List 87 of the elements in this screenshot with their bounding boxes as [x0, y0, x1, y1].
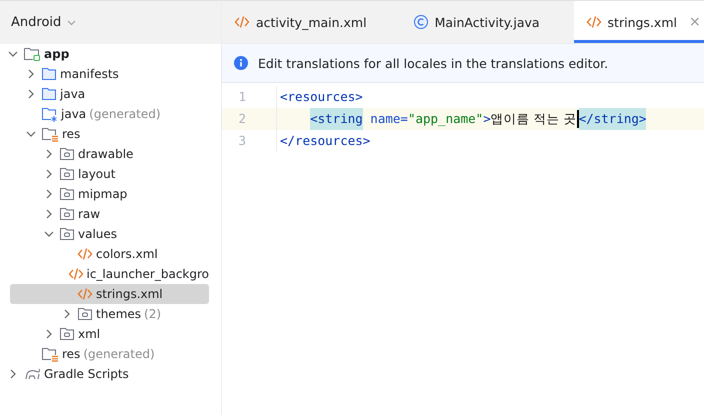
code-token: "app_name": [408, 110, 484, 128]
editor-tab[interactable]: activity_main.xml: [222, 1, 379, 43]
tree-item-label: raw: [78, 207, 100, 221]
tree-item[interactable]: res: [10, 124, 209, 144]
tree-item[interactable]: values: [10, 224, 209, 244]
package-folder-icon: [59, 227, 75, 241]
tree-item[interactable]: app: [10, 44, 209, 64]
chevron-right-icon[interactable]: [28, 69, 34, 79]
chevron-down-icon[interactable]: [8, 51, 18, 57]
text-caret: [576, 110, 579, 128]
line-number: 2: [222, 108, 277, 130]
elephant-icon: [23, 367, 41, 381]
tree-item-label: layout: [78, 167, 116, 181]
tree-item-note: (generated): [83, 347, 155, 361]
chevron-right-icon[interactable]: [10, 369, 16, 379]
tree-item[interactable]: xml: [10, 324, 209, 344]
chevron-down-icon[interactable]: [44, 231, 54, 237]
folder-icon: [41, 67, 57, 81]
info-icon: [234, 56, 248, 70]
chevron-down-icon[interactable]: [26, 131, 36, 137]
tree-item-label: ic_launcher_backgro: [86, 267, 209, 281]
folder-icon: [41, 106, 58, 122]
chevron-right-icon[interactable]: [46, 149, 52, 159]
code-file-icon: [68, 267, 84, 281]
tree-item-label: themes: [96, 307, 142, 321]
tree-item-label: java: [60, 87, 86, 101]
code-token: <string: [310, 108, 363, 130]
tree-item-note: (generated): [89, 107, 160, 121]
chevron-right-icon[interactable]: [46, 189, 52, 199]
package-folder-icon: [59, 167, 75, 181]
folder-icon: [41, 87, 57, 101]
tree-item-label: res: [62, 127, 80, 141]
chevron-right-icon[interactable]: [64, 309, 70, 319]
code-token: </resources>: [280, 132, 370, 150]
chevron-right-icon[interactable]: [46, 209, 52, 219]
code-token: <resources>: [280, 88, 363, 106]
tree-item-label: drawable: [78, 147, 134, 161]
editor-tab[interactable]: MainActivity.java: [400, 1, 552, 43]
module-folder-icon: [23, 46, 41, 62]
code-file-icon: [77, 287, 93, 301]
code-token: 앱이름 적는 곳: [490, 110, 577, 128]
tree-item[interactable]: colors.xml: [10, 244, 209, 264]
tree-item[interactable]: Gradle Scripts: [10, 364, 209, 384]
chevron-right-icon[interactable]: [46, 169, 52, 179]
tree-item-label: res: [62, 347, 80, 361]
tree-item-label: manifests: [60, 67, 119, 81]
resource-folder-icon: [41, 346, 59, 362]
tree-item[interactable]: res (generated): [10, 344, 209, 364]
tree-item-label: app: [44, 47, 70, 61]
tree-item[interactable]: java (generated): [10, 104, 209, 124]
chevron-right-icon[interactable]: [46, 329, 52, 339]
code-token: >: [483, 110, 491, 128]
resource-folder-icon: [41, 126, 59, 142]
tree-item[interactable]: ic_launcher_backgro: [10, 264, 209, 284]
package-folder-icon: [59, 207, 75, 221]
code-file-icon: [234, 15, 250, 29]
package-folder-icon: [59, 147, 75, 161]
project-view-title[interactable]: Android: [11, 15, 62, 30]
line-number: 3: [222, 130, 277, 152]
code-token: name=: [369, 110, 408, 128]
tree-item-note: (2): [144, 307, 162, 321]
tree-item-label: values: [78, 227, 118, 241]
tree-item-label: Gradle Scripts: [44, 367, 129, 381]
code-token: </string>: [578, 108, 646, 130]
chevron-down-icon[interactable]: [67, 20, 76, 26]
code-file-icon: [77, 247, 93, 261]
tree-item[interactable]: manifests: [10, 64, 209, 84]
class-icon: [412, 14, 429, 30]
package-folder-icon: [59, 327, 75, 341]
chevron-right-icon[interactable]: [28, 89, 34, 99]
editor-tab[interactable]: strings.xml ×: [574, 1, 704, 43]
tree-item[interactable]: drawable: [10, 144, 209, 164]
tree-item[interactable]: themes (2): [10, 304, 209, 324]
tree-item-label: strings.xml: [96, 287, 163, 301]
tree-item[interactable]: raw: [10, 204, 209, 224]
code-file-icon: [586, 15, 602, 29]
tree-item[interactable]: layout: [10, 164, 209, 184]
tree-item[interactable]: mipmap: [10, 184, 209, 204]
package-folder-icon: [59, 187, 75, 201]
tree-item-label: java: [61, 107, 86, 121]
tree-item-label: mipmap: [78, 187, 128, 201]
package-folder-icon: [77, 307, 93, 321]
tree-item[interactable]: strings.xml: [10, 284, 209, 304]
tree-item-label: xml: [78, 327, 100, 341]
tree-item-label: colors.xml: [96, 247, 158, 261]
tree-item[interactable]: java: [10, 84, 209, 104]
banner-text: Edit translations for all locales in the translations editor.: [258, 56, 608, 70]
